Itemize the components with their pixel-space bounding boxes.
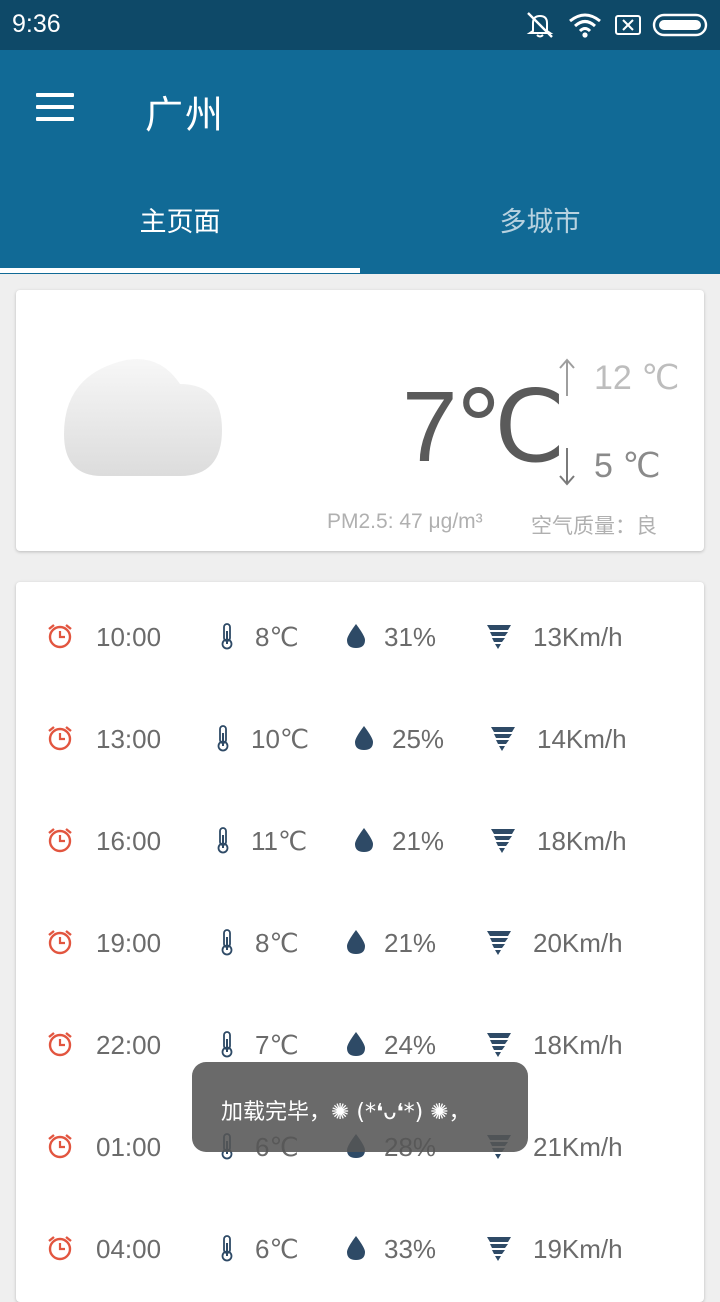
humidity-drop-icon <box>345 622 367 654</box>
thermometer-icon <box>220 1030 234 1062</box>
hour-time: 19:00 <box>96 928 162 958</box>
thermometer-icon <box>216 826 230 858</box>
menu-button[interactable] <box>36 93 76 123</box>
hour-wind-speed: 13Km/h <box>533 622 623 652</box>
wind-icon <box>486 1030 512 1062</box>
tab-indicator <box>0 268 360 273</box>
alarm-clock-icon <box>46 826 74 858</box>
humidity-drop-icon <box>353 826 375 858</box>
battery-icon <box>652 13 708 37</box>
alarm-clock-icon <box>46 1132 74 1164</box>
hour-temperature: 10℃ <box>251 724 310 754</box>
humidity-drop-icon <box>345 1234 367 1266</box>
wifi-icon <box>569 13 601 38</box>
hour-time: 04:00 <box>96 1234 162 1264</box>
hour-humidity: 31% <box>384 622 437 652</box>
hour-wind-speed: 20Km/h <box>533 928 623 958</box>
thermometer-icon <box>216 724 230 756</box>
hour-humidity: 24% <box>384 1030 437 1060</box>
hour-wind-speed: 14Km/h <box>537 724 627 754</box>
hour-time: 10:00 <box>96 622 162 652</box>
hour-temperature: 8℃ <box>255 622 299 652</box>
tab-main[interactable]: 主页面 <box>0 200 360 239</box>
hour-temperature: 7℃ <box>255 1030 299 1060</box>
app-bar: 广州 主页面 多城市 <box>0 50 720 274</box>
tab-multi-city[interactable]: 多城市 <box>360 200 720 239</box>
hamburger-icon <box>36 93 74 97</box>
hourly-row: 10:00 8℃ 31% 13Km/h <box>16 602 704 662</box>
alarm-clock-icon <box>46 1234 74 1266</box>
hour-humidity: 33% <box>384 1234 437 1264</box>
status-time: 9:36 <box>12 10 61 38</box>
alarm-clock-icon <box>46 622 74 654</box>
current-weather-card: 7℃ 12 ℃ 5 ℃ PM2.5: 47 μg/m³ 空气质量：良 <box>16 290 704 551</box>
hour-temperature: 6℃ <box>255 1234 299 1264</box>
wind-icon <box>486 928 512 960</box>
wind-icon <box>486 622 512 654</box>
city-title: 广州 <box>145 93 226 137</box>
hourly-row: 13:00 10℃ 25% 14Km/h <box>16 704 704 764</box>
hour-humidity: 25% <box>392 724 445 754</box>
thermometer-icon <box>220 1234 234 1266</box>
hour-time: 01:00 <box>96 1132 162 1162</box>
alarm-clock-icon <box>46 724 74 756</box>
wind-icon <box>490 724 516 756</box>
hour-time: 13:00 <box>96 724 162 754</box>
hour-time: 22:00 <box>96 1030 162 1060</box>
hour-wind-speed: 21Km/h <box>533 1132 623 1162</box>
hour-wind-speed: 18Km/h <box>533 1030 623 1060</box>
current-temperature: 7℃ <box>402 371 566 483</box>
toast-message: 加载完毕，✺ (*❛ᴗ❛*) ✺， <box>192 1062 528 1152</box>
hourly-row: 16:00 11℃ 21% 18Km/h <box>16 806 704 866</box>
thermometer-icon <box>220 928 234 960</box>
sim-off-icon <box>615 15 641 35</box>
alarm-clock-icon <box>46 928 74 960</box>
air-quality: 空气质量：良 <box>531 514 657 538</box>
humidity-drop-icon <box>353 724 375 756</box>
hour-wind-speed: 18Km/h <box>537 826 627 856</box>
hourly-forecast-card: 10:00 8℃ 31% 13Km/h 13:00 10℃ 25% 14Km/h 16:00 11… <box>16 582 704 1302</box>
high-temperature: 12 ℃ <box>594 359 680 397</box>
hour-wind-speed: 19Km/h <box>533 1234 623 1264</box>
cloud-icon <box>64 359 222 476</box>
thermometer-icon <box>220 622 234 654</box>
wind-icon <box>486 1234 512 1266</box>
hourly-row: 19:00 8℃ 21% 20Km/h <box>16 908 704 968</box>
hour-temperature: 11℃ <box>251 826 308 856</box>
hour-time: 16:00 <box>96 826 162 856</box>
hourly-row: 22:00 7℃ 24% 18Km/h <box>16 1010 704 1070</box>
arrow-down-icon <box>559 448 575 486</box>
hour-temperature: 8℃ <box>255 928 299 958</box>
hourly-row: 04:00 6℃ 33% 19Km/h <box>16 1214 704 1274</box>
humidity-drop-icon <box>345 928 367 960</box>
low-temperature: 5 ℃ <box>594 447 661 485</box>
hour-humidity: 21% <box>392 826 445 856</box>
wind-icon <box>490 826 516 858</box>
humidity-drop-icon <box>345 1030 367 1062</box>
arrow-up-icon <box>559 358 575 396</box>
mute-icon <box>526 12 554 38</box>
alarm-clock-icon <box>46 1030 74 1062</box>
status-bar: 9:36 <box>0 0 720 50</box>
hour-humidity: 21% <box>384 928 437 958</box>
pm25-value: PM2.5: 47 μg/m³ <box>327 510 483 533</box>
